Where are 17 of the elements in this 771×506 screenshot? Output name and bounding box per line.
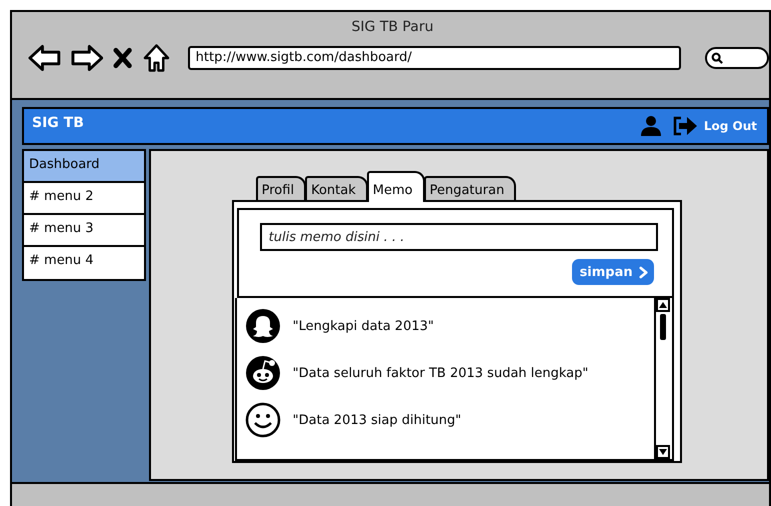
memo-text: "Data 2013 siap dihitung" [292,412,462,428]
url-field[interactable]: http://www.sigtb.com/dashboard/ [188,46,682,70]
memo-text: "Lengkapi data 2013" [292,318,434,334]
sidebar-item[interactable]: # menu 3 [24,215,144,247]
memo-text: "Data seluruh faktor TB 2013 sudah lengkap" [292,366,588,380]
tab[interactable]: Pengaturan [424,176,516,200]
window-title: SIG TB Paru [350,18,434,37]
logout-button[interactable]: Log Out [672,115,767,137]
tab[interactable]: Kontak [305,176,368,200]
memo-input[interactable]: tulis memo disini . . . [260,223,658,251]
sidebar-item[interactable]: # menu 2 [24,183,144,215]
app-title: SIG TB [32,114,85,131]
sidebar-item[interactable]: Dashboard [24,151,144,183]
sidebar-item[interactable]: # menu 4 [24,247,144,279]
tab[interactable]: Memo [366,171,425,202]
save-button[interactable]: simpan [572,259,654,285]
tab[interactable]: Profil [256,176,306,200]
